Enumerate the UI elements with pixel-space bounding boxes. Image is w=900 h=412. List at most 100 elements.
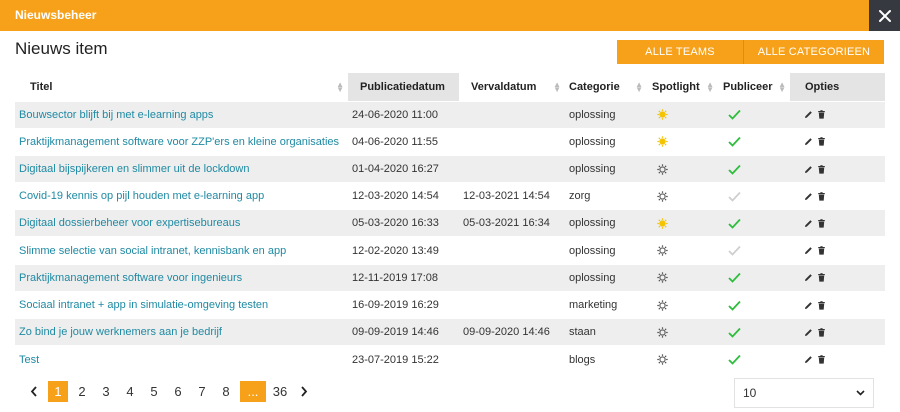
page-link[interactable]: 5	[142, 381, 166, 402]
sun-icon[interactable]	[657, 272, 668, 284]
pencil-icon[interactable]	[804, 137, 813, 146]
check-icon[interactable]	[728, 272, 741, 284]
trash-icon[interactable]	[817, 355, 826, 364]
trash-icon[interactable]	[817, 110, 826, 119]
sun-icon[interactable]	[657, 245, 668, 256]
page-link[interactable]: 6	[166, 381, 190, 402]
column-header-spotlight[interactable]: Spotlight ▲ ▼	[647, 73, 718, 101]
check-icon[interactable]	[728, 300, 741, 311]
news-title-link[interactable]: Zo bind je jouw werknemers aan je bedrij…	[19, 326, 222, 338]
pencil-icon[interactable]	[804, 301, 813, 310]
pencil-icon[interactable]	[804, 273, 813, 282]
page-link[interactable]: 7	[190, 381, 214, 402]
check-icon[interactable]	[728, 136, 741, 148]
check-icon[interactable]	[728, 245, 741, 256]
cell-publiceer	[718, 182, 790, 210]
trash-icon[interactable]	[817, 164, 826, 174]
table-row: Digitaal bijspijkeren en slimmer uit de …	[15, 154, 885, 183]
pencil-icon[interactable]	[804, 246, 813, 255]
news-title-link[interactable]: Sociaal intranet + app in simulatie-omge…	[19, 299, 268, 311]
sun-icon[interactable]	[657, 299, 668, 311]
sort-icon: ▲ ▼	[706, 80, 714, 94]
cell-categorie: blogs	[565, 345, 647, 373]
trash-icon[interactable]	[817, 137, 826, 146]
trash-icon[interactable]	[817, 273, 826, 282]
cell-vervaldatum	[459, 345, 565, 373]
sun-icon[interactable]	[657, 136, 668, 148]
column-header-categorie[interactable]: Categorie ▲ ▼	[565, 73, 647, 101]
pencil-icon[interactable]	[804, 219, 813, 228]
page-link-active[interactable]: 1	[48, 381, 68, 402]
column-header-publicatiedatum[interactable]: Publicatiedatum	[348, 73, 459, 101]
page-link[interactable]: 2	[70, 381, 94, 402]
sun-icon[interactable]	[657, 109, 668, 120]
check-icon[interactable]	[728, 164, 741, 175]
trash-icon[interactable]	[817, 219, 826, 228]
chevron-left-icon	[30, 386, 37, 397]
items-per-page-select[interactable]: 10	[734, 378, 874, 408]
page-ellipsis[interactable]: ...	[240, 381, 266, 402]
cell-spotlight	[647, 209, 718, 237]
previous-page-button[interactable]	[22, 381, 46, 402]
cell-vervaldatum	[459, 236, 565, 265]
cell-publiceer	[718, 345, 790, 373]
cell-vervaldatum	[459, 290, 565, 319]
sun-icon[interactable]	[657, 191, 668, 202]
sun-icon[interactable]	[657, 218, 668, 229]
news-title-link[interactable]: Praktijkmanagement software voor ingenie…	[19, 272, 242, 284]
trash-icon[interactable]	[817, 191, 826, 201]
sun-icon[interactable]	[657, 163, 668, 175]
sort-icon: ▲ ▼	[778, 80, 786, 94]
cell-opties	[790, 182, 885, 210]
cell-spotlight	[647, 100, 718, 129]
close-button[interactable]	[869, 0, 900, 31]
check-icon[interactable]	[728, 191, 741, 202]
check-icon[interactable]	[728, 327, 741, 338]
cell-titel: Bouwsector blijft bij met e-learning app…	[15, 100, 348, 129]
cell-publiceer	[718, 290, 790, 319]
pencil-icon[interactable]	[804, 110, 813, 119]
page-title: Nieuws item	[15, 39, 108, 58]
news-title-link[interactable]: Digitaal bijspijkeren en slimmer uit de …	[19, 163, 250, 175]
column-header-label: Titel	[30, 80, 53, 93]
news-title-link[interactable]: Covid-19 kennis op pijl houden met e-lea…	[19, 190, 264, 202]
trash-icon[interactable]	[817, 327, 826, 337]
page-link-last[interactable]: 36	[268, 381, 292, 402]
cell-publicatiedatum: 12-02-2020 13:49	[348, 236, 459, 265]
column-header-vervaldatum[interactable]: Vervaldatum ▲ ▼	[459, 73, 565, 101]
next-page-button[interactable]	[292, 381, 316, 402]
cell-publiceer	[718, 127, 790, 156]
pencil-icon[interactable]	[804, 165, 813, 174]
column-header-titel[interactable]: Titel ▲ ▼	[15, 73, 348, 101]
cell-opties	[790, 263, 885, 292]
page-link[interactable]: 3	[94, 381, 118, 402]
news-title-link[interactable]: Digitaal dossierbeheer voor expertisebur…	[19, 217, 240, 229]
check-icon[interactable]	[728, 218, 741, 229]
check-icon[interactable]	[728, 109, 741, 120]
column-header-label: Publicatiedatum	[360, 80, 445, 93]
page-link[interactable]: 4	[118, 381, 142, 402]
news-title-link[interactable]: Slimme selectie van social intranet, ken…	[19, 245, 286, 257]
pagination: 12345678 ... 36	[22, 381, 316, 402]
pencil-icon[interactable]	[804, 355, 813, 364]
filter-button-group: ALLE TEAMS ALLE CATEGORIEEN	[617, 40, 884, 64]
cell-vervaldatum: 09-09-2020 14:46	[459, 317, 565, 346]
news-title-link[interactable]: Test	[19, 354, 39, 366]
news-title-link[interactable]: Bouwsector blijft bij met e-learning app…	[19, 109, 213, 121]
pencil-icon[interactable]	[804, 192, 813, 201]
cell-titel: Slimme selectie van social intranet, ken…	[15, 236, 348, 265]
trash-icon[interactable]	[817, 246, 826, 255]
sort-icon: ▲ ▼	[635, 80, 643, 94]
all-teams-button[interactable]: ALLE TEAMS	[617, 40, 744, 64]
chevron-down-icon	[856, 390, 865, 396]
sun-icon[interactable]	[657, 326, 668, 338]
check-icon[interactable]	[728, 354, 741, 365]
cell-publicatiedatum: 04-06-2020 11:55	[348, 127, 459, 156]
column-header-publiceer[interactable]: Publiceer ▲ ▼	[718, 73, 790, 101]
news-title-link[interactable]: Praktijkmanagement software voor ZZP'ers…	[19, 136, 339, 148]
sun-icon[interactable]	[657, 354, 668, 365]
trash-icon[interactable]	[817, 300, 826, 310]
all-categories-button[interactable]: ALLE CATEGORIEEN	[744, 40, 884, 64]
page-link[interactable]: 8	[214, 381, 238, 402]
pencil-icon[interactable]	[804, 328, 813, 337]
